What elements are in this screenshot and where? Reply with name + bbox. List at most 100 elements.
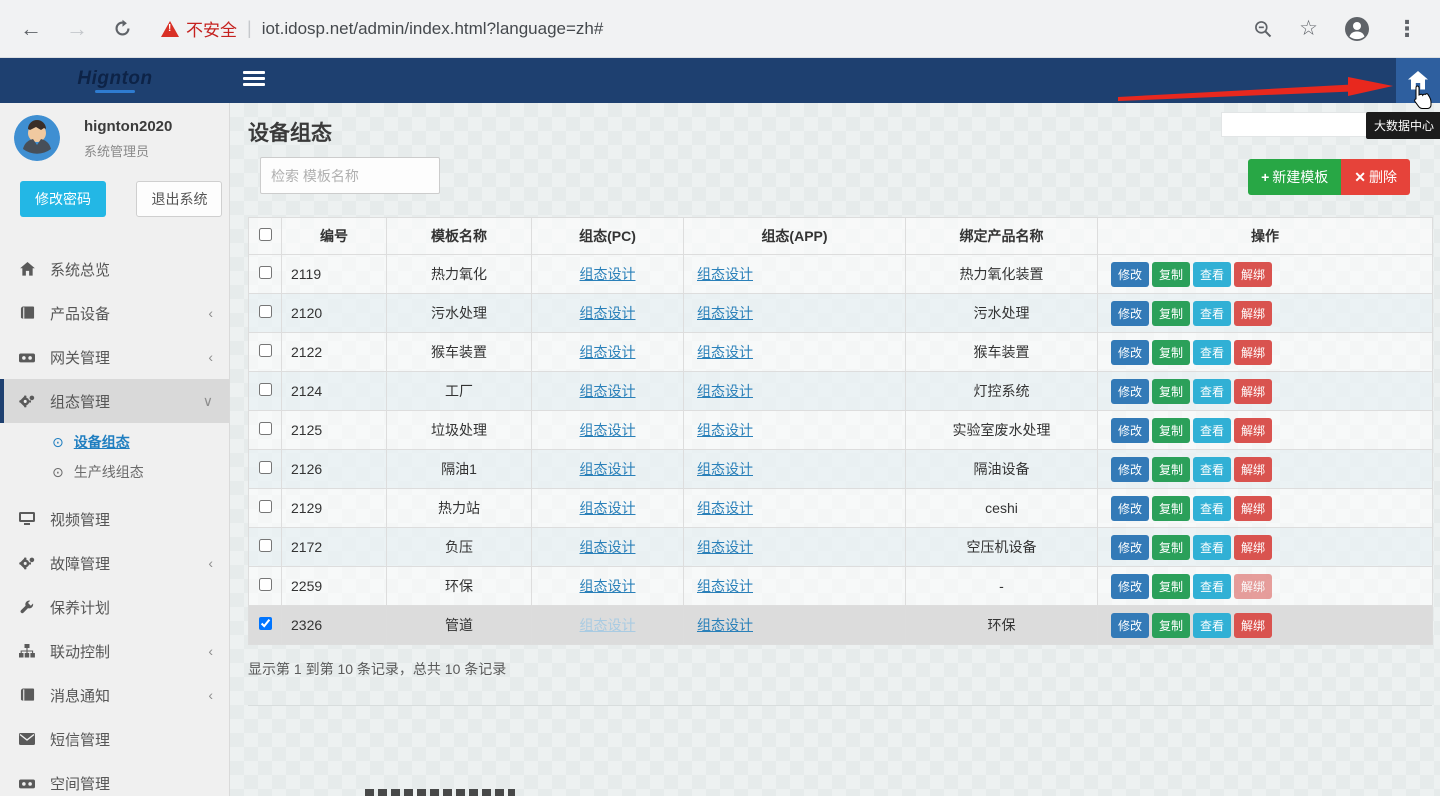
row-action-edit-button[interactable]: 修改 [1111,613,1149,638]
topbar-input-box[interactable] [1221,112,1368,137]
pc-config-link[interactable]: 组态设计 [580,266,636,282]
big-data-center-home-button[interactable] [1396,58,1440,103]
app-config-link[interactable]: 组态设计 [697,422,753,438]
sidebar-item-7[interactable]: 联动控制‹ [0,629,229,673]
row-action-copy-button[interactable]: 复制 [1152,262,1190,287]
logout-button[interactable]: 退出系统 [136,181,222,217]
row-action-edit-button[interactable]: 修改 [1111,340,1149,365]
row-action-view-button[interactable]: 查看 [1193,457,1231,482]
sidebar-item-5[interactable]: 故障管理‹ [0,541,229,585]
app-config-link[interactable]: 组态设计 [697,344,753,360]
row-action-unbind-button[interactable]: 解绑 [1234,379,1272,404]
row-action-view-button[interactable]: 查看 [1193,574,1231,599]
change-password-button[interactable]: 修改密码 [20,181,106,217]
app-config-link[interactable]: 组态设计 [697,578,753,594]
sidebar-item-3[interactable]: 组态管理∨ [0,379,229,423]
app-config-link[interactable]: 组态设计 [697,305,753,321]
app-config-link[interactable]: 组态设计 [697,539,753,555]
row-action-view-button[interactable]: 查看 [1193,418,1231,443]
app-config-link[interactable]: 组态设计 [697,617,753,633]
pc-config-link[interactable]: 组态设计 [580,578,636,594]
row-action-unbind-button[interactable]: 解绑 [1234,535,1272,560]
row-checkbox[interactable] [259,422,272,435]
row-action-edit-button[interactable]: 修改 [1111,574,1149,599]
select-all-checkbox[interactable] [259,228,272,241]
url-text[interactable]: iot.idosp.net/admin/index.html?language=… [262,19,604,39]
row-action-view-button[interactable]: 查看 [1193,340,1231,365]
row-action-unbind-button[interactable]: 解绑 [1234,457,1272,482]
row-action-edit-button[interactable]: 修改 [1111,262,1149,287]
row-action-copy-button[interactable]: 复制 [1152,379,1190,404]
pc-config-link[interactable]: 组态设计 [580,500,636,516]
sidebar-item-10[interactable]: 空间管理 [0,761,229,796]
row-checkbox[interactable] [259,578,272,591]
row-action-view-button[interactable]: 查看 [1193,496,1231,521]
sidebar-item-0[interactable]: 系统总览 [0,247,229,291]
app-config-link[interactable]: 组态设计 [697,383,753,399]
menu-dots-icon[interactable]: ⋮ [1396,18,1418,40]
pc-config-link[interactable]: 组态设计 [580,305,636,321]
sidebar-toggle-hamburger-icon[interactable] [243,71,265,89]
row-checkbox[interactable] [259,539,272,552]
row-action-view-button[interactable]: 查看 [1193,301,1231,326]
template-search-input[interactable] [260,157,440,194]
pc-config-link[interactable]: 组态设计 [580,422,636,438]
row-action-copy-button[interactable]: 复制 [1152,496,1190,521]
row-checkbox[interactable] [259,305,272,318]
row-action-copy-button[interactable]: 复制 [1152,340,1190,365]
pc-config-link[interactable]: 组态设计 [580,539,636,555]
row-action-edit-button[interactable]: 修改 [1111,301,1149,326]
app-config-link[interactable]: 组态设计 [697,500,753,516]
row-action-unbind-button[interactable]: 解绑 [1234,418,1272,443]
pc-config-link[interactable]: 组态设计 [580,617,636,633]
pc-config-link[interactable]: 组态设计 [580,383,636,399]
star-icon[interactable]: ☆ [1299,18,1318,39]
profile-icon[interactable] [1344,16,1370,42]
row-checkbox[interactable] [259,500,272,513]
reload-icon[interactable] [112,18,133,39]
row-action-unbind-button[interactable]: 解绑 [1234,496,1272,521]
row-checkbox[interactable] [259,461,272,474]
row-action-copy-button[interactable]: 复制 [1152,418,1190,443]
sidebar-item-4[interactable]: 视频管理 [0,497,229,541]
row-action-copy-button[interactable]: 复制 [1152,457,1190,482]
sidebar-item-9[interactable]: 短信管理 [0,717,229,761]
row-action-view-button[interactable]: 查看 [1193,262,1231,287]
row-action-unbind-button[interactable]: 解绑 [1234,301,1272,326]
new-template-button[interactable]: +新建模板 [1248,159,1341,195]
row-action-copy-button[interactable]: 复制 [1152,301,1190,326]
row-action-view-button[interactable]: 查看 [1193,535,1231,560]
pc-config-link[interactable]: 组态设计 [580,344,636,360]
forward-icon[interactable]: → [66,18,88,40]
zoom-out-icon[interactable] [1253,19,1273,39]
row-action-unbind-button[interactable]: 解绑 [1234,262,1272,287]
row-action-copy-button[interactable]: 复制 [1152,535,1190,560]
app-config-link[interactable]: 组态设计 [697,266,753,282]
row-action-unbind-button[interactable]: 解绑 [1234,574,1272,599]
sidebar-subitem-3-1[interactable]: ⊙生产线组态 [0,457,229,487]
address-bar[interactable]: ! 不安全 | iot.idosp.net/admin/index.html?l… [161,16,1253,41]
delete-button[interactable]: ✕删除 [1341,159,1410,195]
back-icon[interactable]: ← [20,18,42,40]
row-action-copy-button[interactable]: 复制 [1152,574,1190,599]
row-checkbox[interactable] [259,266,272,279]
row-action-edit-button[interactable]: 修改 [1111,535,1149,560]
row-action-view-button[interactable]: 查看 [1193,613,1231,638]
row-action-view-button[interactable]: 查看 [1193,379,1231,404]
sidebar-item-8[interactable]: 消息通知‹ [0,673,229,717]
row-action-edit-button[interactable]: 修改 [1111,457,1149,482]
sidebar-item-6[interactable]: 保养计划 [0,585,229,629]
sidebar-subitem-3-0[interactable]: ⊙设备组态 [0,427,229,457]
row-action-edit-button[interactable]: 修改 [1111,418,1149,443]
sidebar-item-1[interactable]: 产品设备‹ [0,291,229,335]
pc-config-link[interactable]: 组态设计 [580,461,636,477]
row-action-edit-button[interactable]: 修改 [1111,496,1149,521]
row-checkbox[interactable] [259,383,272,396]
row-checkbox[interactable] [259,344,272,357]
row-action-copy-button[interactable]: 复制 [1152,613,1190,638]
sidebar-item-2[interactable]: 网关管理‹ [0,335,229,379]
row-checkbox[interactable] [259,617,272,630]
row-action-unbind-button[interactable]: 解绑 [1234,340,1272,365]
row-action-edit-button[interactable]: 修改 [1111,379,1149,404]
app-config-link[interactable]: 组态设计 [697,461,753,477]
